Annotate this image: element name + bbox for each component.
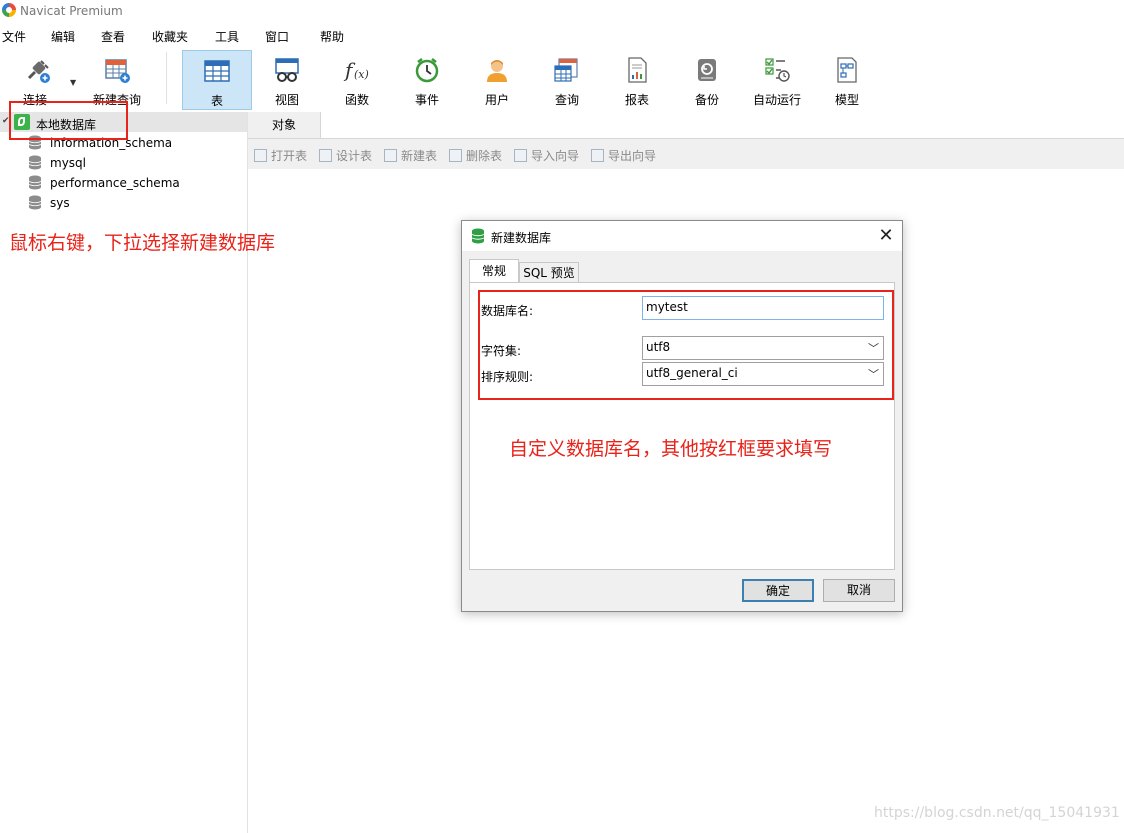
import-wizard-label: 导入向导 [531,149,580,163]
new-database-dialog: 新建数据库 ✕ SQL 预览 常规 数据库名: mytest 字符集: utf8… [461,220,903,612]
function-label: 函数 [344,93,369,107]
database-name: performance_schema [50,176,180,190]
view-icon [275,58,299,82]
new-table-label: 新建表 [401,149,438,163]
tab-objects[interactable]: 对象 [248,112,321,138]
cancel-button[interactable]: 取消 [823,579,895,602]
clock-icon [415,58,439,83]
backup-label: 备份 [694,93,719,107]
menu-tools[interactable]: 工具 [215,28,239,45]
navicat-logo-icon [2,3,16,17]
general-tab-panel: 数据库名: mytest 字符集: utf8 ﹀ 排序规则: utf8_gene… [469,282,895,570]
close-icon[interactable]: ✕ [876,225,896,246]
model-label: 模型 [834,93,859,107]
open-table-button[interactable]: 打开表 [254,147,307,163]
menu-edit[interactable]: 编辑 [51,28,75,45]
dialog-title: 新建数据库 [491,231,552,245]
model-icon [837,57,857,83]
dialog-title-bar[interactable]: 新建数据库 ✕ [462,221,902,251]
new-table-button[interactable]: 新建表 [384,147,437,163]
user-icon [487,60,507,82]
menu-window[interactable]: 窗口 [265,28,289,45]
table-label: 表 [210,94,223,108]
function-icon: f (x) [343,58,369,82]
export-wizard-label: 导出向导 [608,149,657,163]
delete-table-icon [449,149,462,162]
database-icon [28,175,42,190]
menu-bar: 文件 编辑 查看 收藏夹 工具 窗口 帮助 [0,22,1124,46]
object-toolbar: 打开表 设计表 新建表 删除表 导入向导 导出向导 [248,139,1124,169]
tab-general[interactable]: 常规 [469,259,519,283]
report-icon [628,57,647,83]
user-label: 用户 [484,93,509,107]
menu-file[interactable]: 文件 [2,28,26,45]
menu-favorites[interactable]: 收藏夹 [152,28,188,45]
import-wizard-icon [514,149,527,162]
report-button[interactable]: 报表 [602,50,672,110]
design-table-button[interactable]: 设计表 [319,147,372,163]
export-wizard-icon [591,149,604,162]
event-label: 事件 [414,93,439,107]
watermark-url: https://blog.csdn.net/qq_15041931 [874,805,1120,821]
window-title: Navicat Premium [20,4,123,18]
tab-sql-preview[interactable]: SQL 预览 [519,262,579,282]
event-button[interactable]: 事件 [392,50,462,110]
open-table-icon [254,149,267,162]
object-tab-strip: 对象 [248,112,1124,139]
database-icon [28,155,42,170]
annotation-right-click: 鼠标右键，下拉选择新建数据库 [9,232,276,254]
connect-dropdown-arrow-icon[interactable]: ▼ [70,78,76,87]
automation-button[interactable]: 自动运行 [742,50,812,110]
design-table-icon [319,149,332,162]
view-label: 视图 [274,93,299,107]
backup-icon [698,59,716,81]
export-wizard-button[interactable]: 导出向导 [591,147,656,163]
table-button[interactable]: 表 [182,50,252,110]
menu-view[interactable]: 查看 [101,28,125,45]
delete-table-button[interactable]: 删除表 [449,147,502,163]
model-button[interactable]: 模型 [812,50,882,110]
view-button[interactable]: 视图 [252,50,322,110]
function-button[interactable]: f (x) 函数 [322,50,392,110]
automation-icon [765,58,790,82]
plug-icon [27,60,50,83]
database-name: sys [50,196,70,210]
table-icon [204,60,230,82]
menu-help[interactable]: 帮助 [320,28,344,45]
svg-text:(x): (x) [354,68,369,81]
connection-tree-pane: ✔ 本地数据库 information_schema mysql perform… [0,112,248,833]
annotation-fill-instructions: 自定义数据库名，其他按红框要求填写 [509,438,833,460]
title-bar: Navicat Premium [0,0,1124,22]
open-table-label: 打开表 [271,149,308,163]
database-icon [28,195,42,210]
query-label: 查询 [554,93,579,107]
ok-button[interactable]: 确定 [742,579,814,602]
toolbar-separator [166,52,167,104]
new-table-icon [384,149,397,162]
query-button[interactable]: 查询 [532,50,602,110]
query-icon [554,58,578,82]
report-label: 报表 [624,93,649,107]
import-wizard-button[interactable]: 导入向导 [514,147,579,163]
backup-button[interactable]: 备份 [672,50,742,110]
design-table-label: 设计表 [336,149,373,163]
database-icon [471,228,485,244]
new-query-icon [105,59,130,83]
user-button[interactable]: 用户 [462,50,532,110]
highlight-box-fields [478,290,894,400]
main-toolbar: 连接 ▼ 新建查询 表 视图 f (x) 函数 事件 用户 查询 报表 备份 自… [0,46,1124,113]
delete-table-label: 删除表 [466,149,503,163]
highlight-box-connection [9,101,128,140]
automation-label: 自动运行 [752,93,801,107]
database-name: mysql [50,156,86,170]
